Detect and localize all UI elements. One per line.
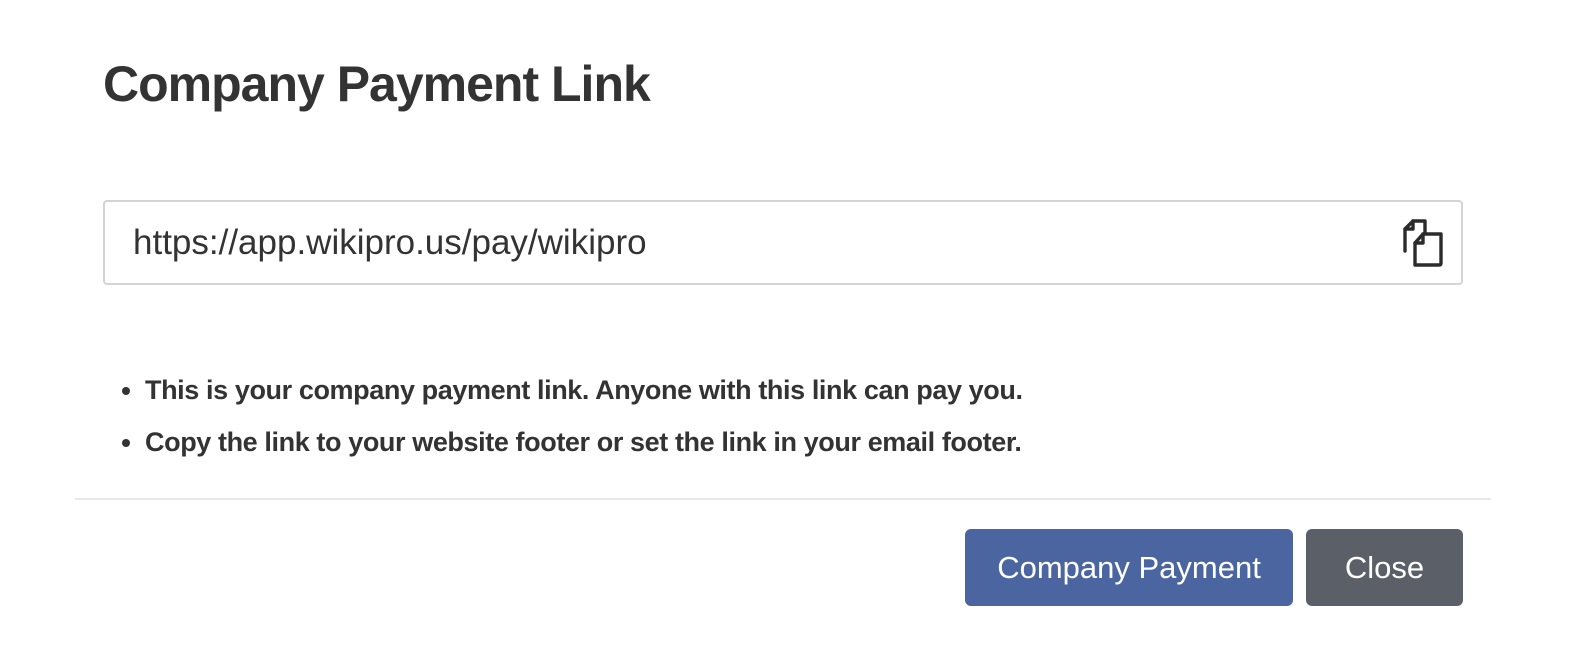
copy-icon [1396, 218, 1446, 268]
payment-link-field [103, 200, 1463, 285]
dialog-title: Company Payment Link [103, 56, 651, 112]
close-button[interactable]: Close [1306, 529, 1463, 606]
list-item: Copy the link to your website footer or … [145, 416, 1023, 468]
company-payment-button[interactable]: Company Payment [965, 529, 1293, 606]
list-item: This is your company payment link. Anyon… [145, 364, 1023, 416]
info-list: This is your company payment link. Anyon… [103, 364, 1023, 468]
footer-divider [75, 498, 1491, 500]
payment-link-dialog: Company Payment Link This is your compan… [0, 0, 1582, 662]
payment-link-input[interactable] [105, 202, 1381, 283]
copy-link-button[interactable] [1381, 202, 1461, 283]
